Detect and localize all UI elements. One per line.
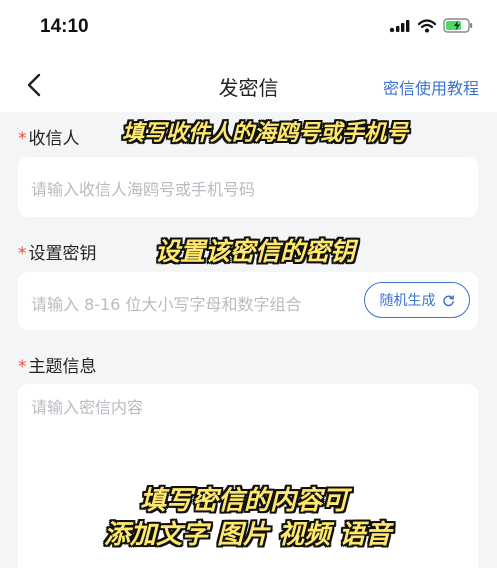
- required-mark: *: [18, 357, 27, 377]
- nav-bar: 发密信 密信使用教程: [0, 58, 497, 112]
- caption-recipient: 填写收件人的海鸥号或手机号: [122, 121, 409, 146]
- status-icons: [389, 18, 473, 33]
- required-mark: *: [18, 129, 27, 149]
- caption-content-line2: 添加文字 图片 视频 语音: [104, 520, 392, 550]
- subject-placeholder: 请输入密信内容: [31, 398, 144, 417]
- key-label: * 设置密钥: [18, 239, 97, 264]
- battery-charging-icon: [443, 18, 473, 33]
- status-time: 14:10: [40, 16, 89, 37]
- subject-label: * 主题信息: [18, 352, 97, 377]
- subject-label-text: 主题信息: [28, 357, 97, 377]
- cellular-signal-icon: [389, 19, 410, 32]
- key-label-text: 设置密钥: [28, 244, 97, 264]
- refresh-icon: [442, 294, 454, 306]
- recipient-input[interactable]: 请输入收信人海鸥号或手机号码: [18, 157, 478, 217]
- recipient-label-text: 收信人: [28, 129, 80, 149]
- caption-key: 设置该密信的密钥: [155, 237, 356, 266]
- wifi-icon: [418, 18, 436, 32]
- recipient-placeholder: 请输入收信人海鸥号或手机号码: [31, 180, 256, 199]
- random-generate-button[interactable]: 随机生成: [364, 282, 470, 318]
- required-mark: *: [18, 244, 27, 264]
- key-input[interactable]: 请输入 8-16 位大小写字母和数字组合 随机生成: [18, 272, 478, 330]
- status-bar: 14:10: [0, 0, 497, 58]
- caption-content-line1: 填写密信的内容可: [140, 486, 349, 516]
- tutorial-link[interactable]: 密信使用教程: [383, 75, 479, 99]
- key-placeholder: 请输入 8-16 位大小写字母和数字组合: [31, 295, 302, 314]
- recipient-label: * 收信人: [18, 124, 80, 149]
- random-generate-label: 随机生成: [379, 293, 436, 309]
